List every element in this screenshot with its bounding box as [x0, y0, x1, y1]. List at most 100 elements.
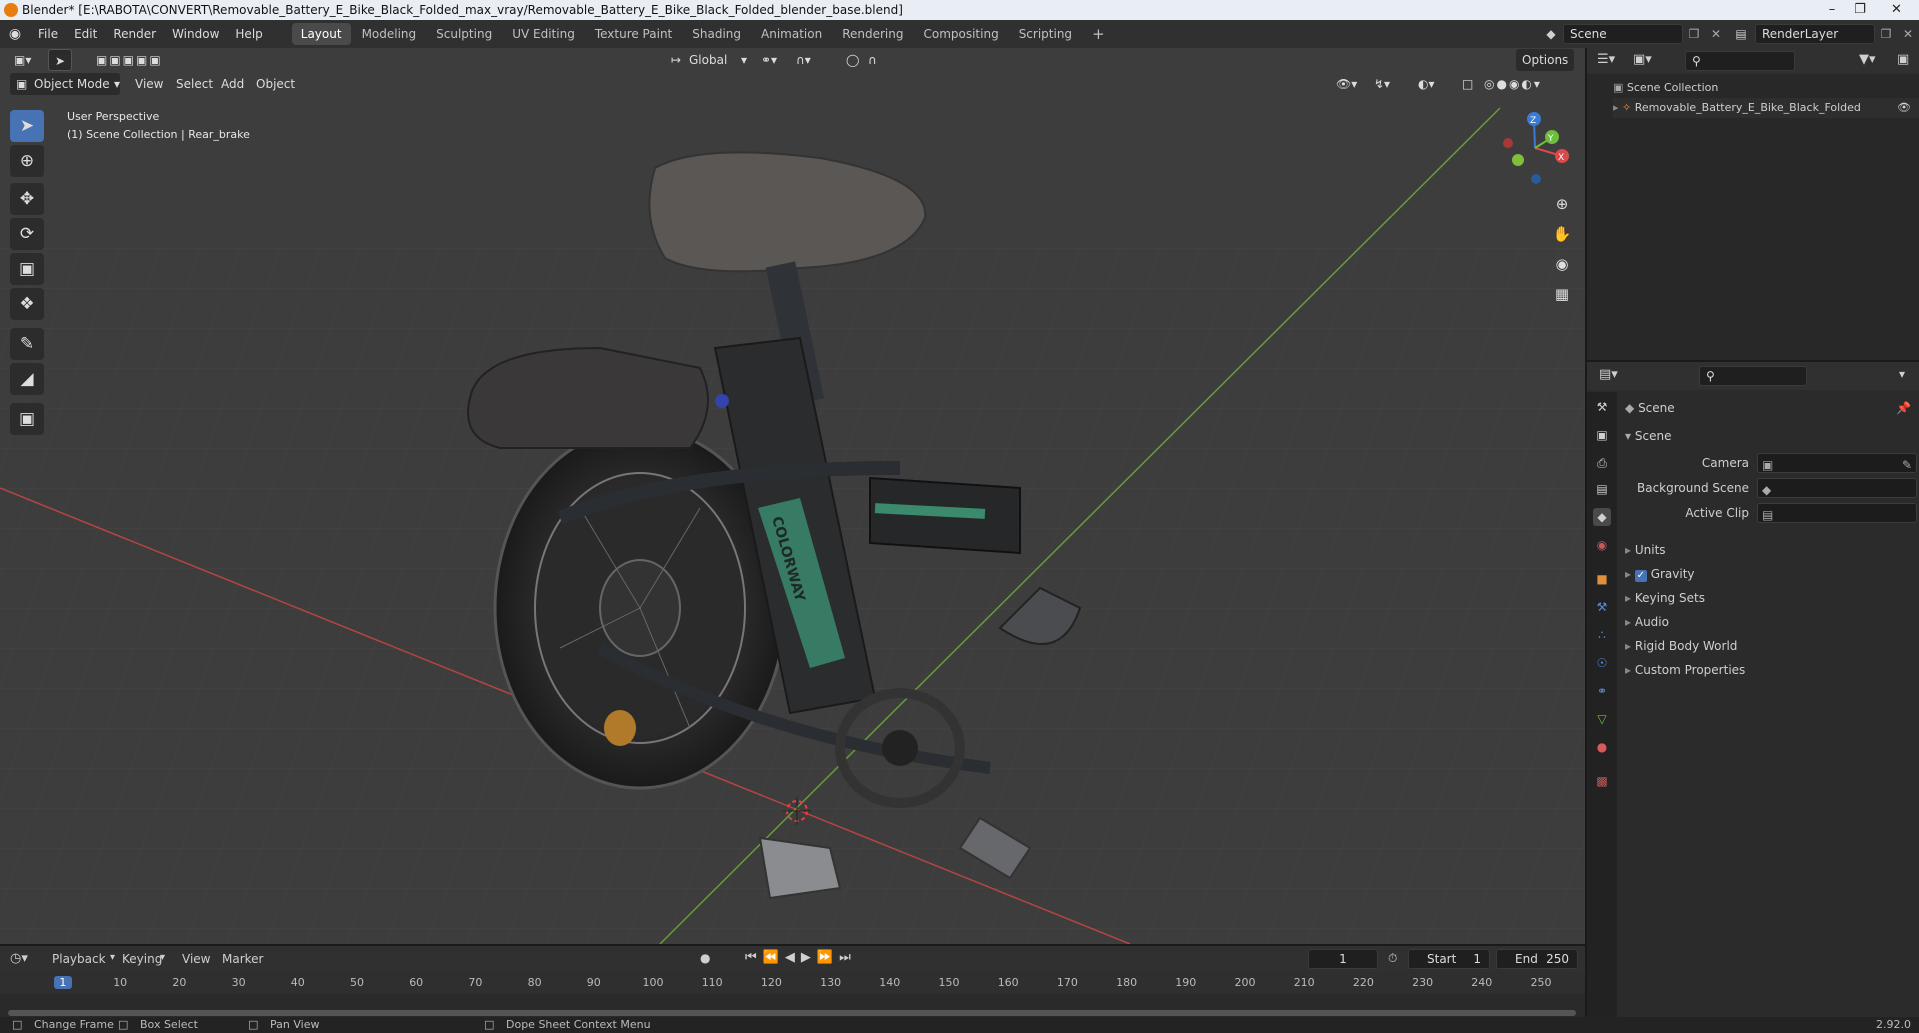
units-subpanel[interactable]: ▸ Units [1625, 538, 1915, 562]
scene-tab-icon[interactable]: ◆ [1593, 508, 1611, 526]
annotate-tool-icon[interactable]: ✎ [10, 328, 44, 360]
overlays-icon[interactable]: ◐▾ [1412, 73, 1441, 95]
output-tab-icon[interactable]: ⎙ [1593, 454, 1611, 472]
expand-arrow-icon[interactable]: ▸ [1613, 101, 1619, 114]
visibility-icon[interactable]: 👁▾ [1330, 73, 1363, 95]
menu-file[interactable]: File [30, 20, 66, 48]
end-frame-field[interactable]: End 250 [1496, 949, 1578, 969]
keying-dropdown-icon[interactable]: ▾ [160, 952, 165, 963]
close-window-button[interactable]: ✕ [1874, 0, 1919, 20]
measure-tool-icon[interactable]: ◢ [10, 363, 44, 395]
start-frame-field[interactable]: Start 1 [1408, 949, 1490, 969]
falloff-icon[interactable]: ∩ [862, 49, 883, 71]
properties-search-input[interactable]: ⚲ [1699, 366, 1807, 386]
pivot-point-icon[interactable]: ⚭▾ [755, 49, 783, 71]
select-tool-icon[interactable]: ➤ [48, 49, 73, 71]
audio-subpanel[interactable]: ▸ Audio [1625, 610, 1915, 634]
blender-menu-icon[interactable]: ◉ [0, 26, 30, 42]
pan-hand-icon[interactable]: ✋ [1549, 221, 1575, 247]
background-scene-field[interactable]: ◆ [1757, 478, 1917, 498]
object-tab-icon[interactable]: ■ [1593, 570, 1611, 588]
shading-mode-icons[interactable]: ◎●◉◐▾ [1478, 73, 1548, 95]
outliner-object-row[interactable]: ▸ ✧ Removable_Battery_E_Bike_Black_Folde… [1613, 98, 1919, 118]
display-mode-icon[interactable]: ▣▾ [1633, 52, 1652, 67]
properties-options-icon[interactable]: ▾ [1899, 367, 1905, 381]
delete-renderlayer-icon[interactable]: ✕ [1897, 27, 1919, 41]
options-dropdown[interactable]: Options [1516, 49, 1575, 71]
playback-dropdown-icon[interactable]: ▾ [110, 952, 115, 963]
current-frame-field[interactable]: 1 [1308, 949, 1378, 969]
camera-field[interactable]: ▣ ✎ [1757, 453, 1917, 473]
rotate-tool-icon[interactable]: ⟳ [10, 218, 44, 250]
mode-dropdown-icon[interactable]: ▾ [108, 73, 126, 95]
move-tool-icon[interactable]: ✥ [10, 183, 44, 215]
xray-icon[interactable]: □ [1456, 73, 1479, 95]
timeline-editor-icon[interactable]: ◷▾ [10, 951, 28, 966]
new-collection-icon[interactable]: ▣ [1897, 52, 1909, 67]
menu-edit[interactable]: Edit [66, 20, 105, 48]
properties-editor-icon[interactable]: ▤▾ [1599, 367, 1618, 382]
selection-mode-icons[interactable]: ▣▣▣▣▣ [90, 49, 169, 71]
renderlayer-selector[interactable]: RenderLayer [1755, 24, 1875, 44]
tab-sculpting[interactable]: Sculpting [427, 23, 501, 45]
viewport-menu-view[interactable]: View [129, 73, 169, 95]
add-workspace-button[interactable]: + [1083, 23, 1114, 45]
transform-orientation-select[interactable]: Global [683, 49, 733, 71]
filter-icon[interactable]: ▼▾ [1859, 52, 1876, 67]
eyedropper-icon[interactable]: ✎ [1902, 454, 1912, 476]
menu-window[interactable]: Window [164, 20, 227, 48]
timeline-menu-marker[interactable]: Marker [222, 952, 263, 966]
new-scene-icon[interactable]: ❐ [1683, 27, 1705, 41]
minimize-button[interactable]: – [1818, 0, 1846, 20]
restore-button[interactable]: ❐ [1846, 0, 1874, 20]
renderlayer-browse-icon[interactable]: ▤ [1727, 27, 1755, 41]
outliner-editor-icon[interactable]: ☰▾ [1597, 52, 1615, 67]
viewport-menu-select[interactable]: Select [170, 73, 219, 95]
stopwatch-icon[interactable]: ⏱ [1388, 951, 1397, 966]
snap-icon[interactable]: ∩▾ [790, 49, 817, 71]
timeline-menu-playback[interactable]: Playback [52, 952, 106, 966]
rigid-body-world-subpanel[interactable]: ▸ Rigid Body World [1625, 634, 1915, 658]
3d-viewport[interactable]: COLORWAY Z X Y ▣▾ ➤ ▣▣▣▣▣ ↦ Global ▾ ⚭▾ … [0, 48, 1585, 944]
custom-properties-subpanel[interactable]: ▸ Custom Properties [1625, 658, 1915, 682]
record-icon[interactable]: ● [700, 951, 710, 965]
view-layer-tab-icon[interactable]: ▤ [1593, 480, 1611, 498]
timeline-menu-view[interactable]: View [182, 952, 210, 966]
particles-tab-icon[interactable]: ∴ [1593, 626, 1611, 644]
tweak-tool-icon[interactable]: ➤ [10, 110, 44, 142]
orientation-dropdown-icon[interactable]: ▾ [735, 49, 753, 71]
scene-browse-icon[interactable]: ◆ [1539, 27, 1563, 41]
editor-type-icon[interactable]: ▣▾ [8, 49, 37, 71]
tab-animation[interactable]: Animation [752, 23, 831, 45]
current-frame-marker[interactable]: 1 [53, 976, 72, 989]
delete-scene-icon[interactable]: ✕ [1705, 27, 1727, 41]
tab-layout[interactable]: Layout [291, 23, 351, 45]
scale-tool-icon[interactable]: ▣ [10, 253, 44, 285]
timeline-menu-keying[interactable]: Keying [122, 952, 162, 966]
viewport-menu-add[interactable]: Add [215, 73, 250, 95]
playback-controls[interactable]: ⏮⏪◀▶⏩⏭ [745, 950, 857, 965]
modifier-tab-icon[interactable]: ⚒ [1593, 598, 1611, 616]
material-tab-icon[interactable]: ● [1593, 738, 1611, 756]
physics-tab-icon[interactable]: ☉ [1593, 654, 1611, 672]
constraints-tab-icon[interactable]: ⚭ [1593, 682, 1611, 700]
tool-tab-icon[interactable]: ⚒ [1593, 398, 1611, 416]
active-clip-field[interactable]: ▤ [1757, 503, 1917, 523]
keying-sets-subpanel[interactable]: ▸ Keying Sets [1625, 586, 1915, 610]
outliner-root-row[interactable]: ▣ Scene Collection [1613, 78, 1718, 98]
pin-icon[interactable]: 📌 [1896, 398, 1911, 418]
render-tab-icon[interactable]: ▣ [1593, 426, 1611, 444]
camera-view-icon[interactable]: ◉ [1549, 251, 1575, 277]
tab-modeling[interactable]: Modeling [353, 23, 426, 45]
world-tab-icon[interactable]: ◉ [1593, 536, 1611, 554]
scene-selector[interactable]: Scene [1563, 24, 1683, 44]
viewport-menu-object[interactable]: Object [250, 73, 301, 95]
visibility-eye-icon[interactable]: 👁 [1897, 98, 1911, 118]
tab-compositing[interactable]: Compositing [914, 23, 1007, 45]
object-mode-select[interactable]: Object Mode [28, 73, 120, 95]
zoom-icon[interactable]: ⊕ [1549, 191, 1575, 217]
scene-panel-header[interactable]: ▾ Scene [1625, 426, 1671, 446]
texture-tab-icon[interactable]: ▩ [1593, 772, 1611, 790]
tab-shading[interactable]: Shading [683, 23, 750, 45]
gizmo-toggle-icon[interactable]: ↯▾ [1368, 73, 1396, 95]
